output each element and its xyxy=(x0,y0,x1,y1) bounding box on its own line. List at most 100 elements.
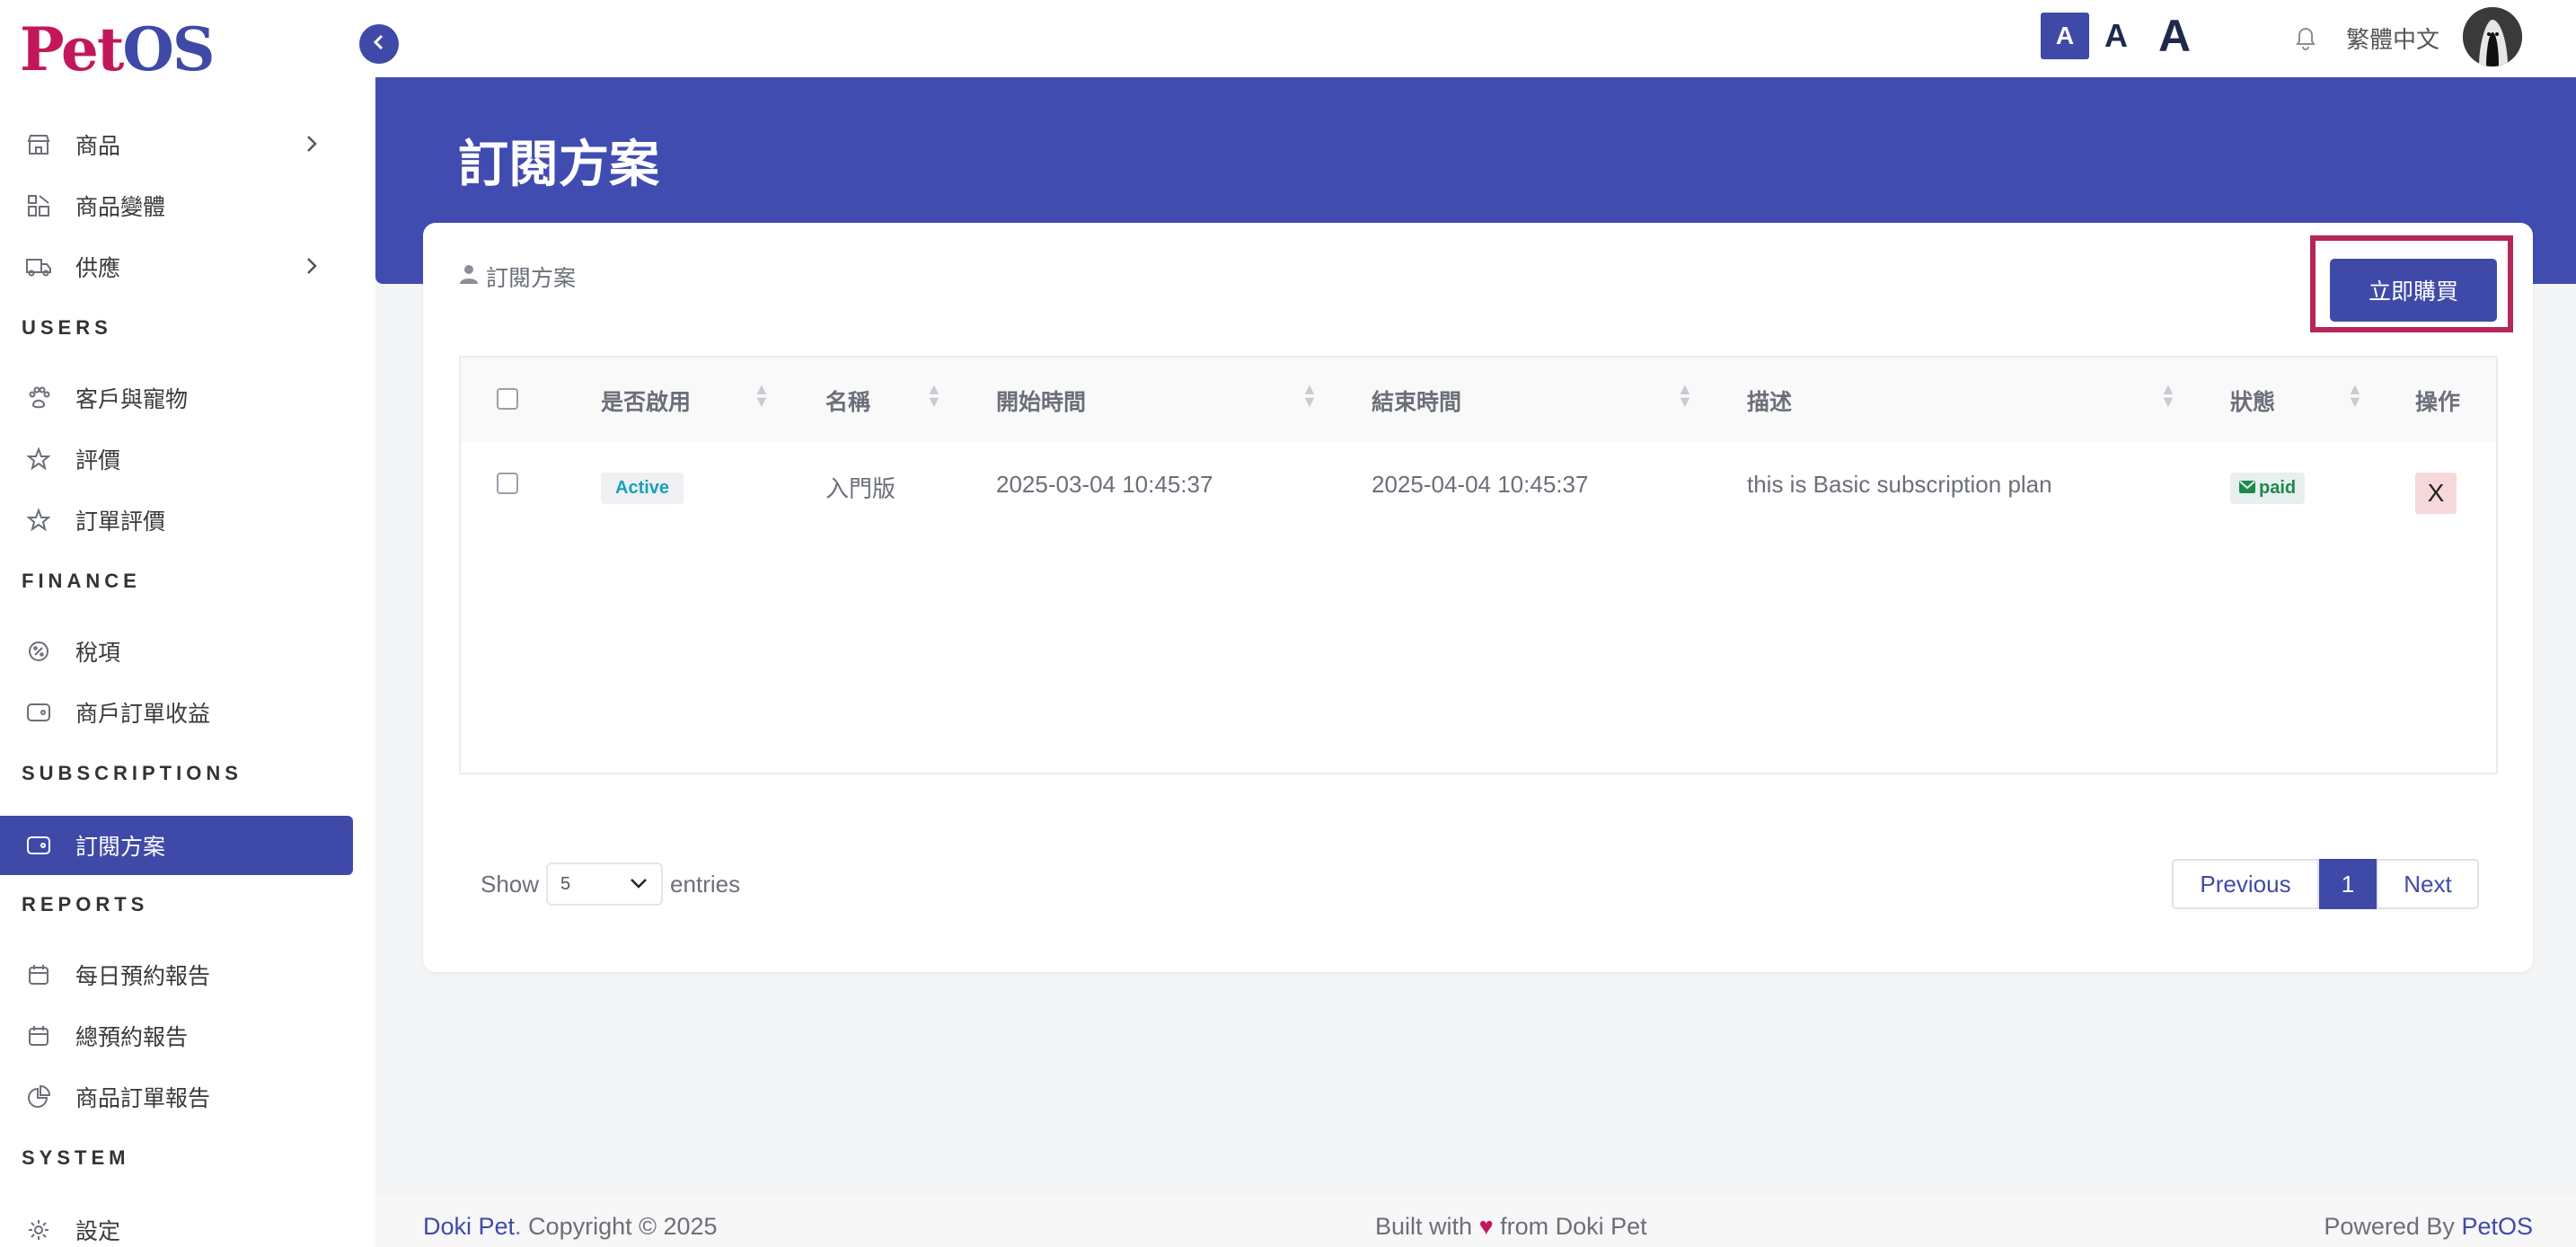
sidebar-item-label: 訂閱方案 xyxy=(75,835,166,860)
calendar-icon xyxy=(25,961,52,988)
font-size-small-button[interactable]: A xyxy=(2041,13,2089,59)
font-size-medium-button[interactable]: A xyxy=(2089,13,2143,59)
status-badge-active[interactable]: Active xyxy=(601,473,684,504)
chevron-right-icon xyxy=(304,132,319,162)
select-all-checkbox[interactable] xyxy=(497,388,518,410)
footer-built-with: Built with ♥ from Doki Pet xyxy=(1375,1213,1647,1241)
section-system: SYSTEM xyxy=(22,1146,130,1169)
sidebar-item-label: 設定 xyxy=(75,1219,121,1244)
cell-description: this is Basic subscription plan xyxy=(1747,471,2052,498)
wallet-icon xyxy=(25,699,52,726)
status-badge-paid: paid xyxy=(2230,473,2306,504)
truck-icon xyxy=(25,253,52,280)
paw-icon xyxy=(25,385,52,411)
font-size-large-button[interactable]: A xyxy=(2143,11,2206,61)
column-header-description[interactable]: 描述 xyxy=(1747,385,1792,417)
column-header-status[interactable]: 狀態 xyxy=(2230,385,2275,417)
sidebar-item-variants[interactable]: 商品變體 xyxy=(0,176,353,235)
bell-icon[interactable] xyxy=(2294,23,2317,55)
copyright-text: . Copyright © 2025 xyxy=(515,1213,718,1240)
column-header-start-time[interactable]: 開始時間 xyxy=(996,385,1086,417)
column-header-enabled[interactable]: 是否啟用 xyxy=(601,385,691,417)
powered-by-text: Powered By xyxy=(2324,1213,2455,1240)
calendar-icon xyxy=(25,1022,52,1049)
chevron-left-icon xyxy=(370,33,388,56)
cell-end-time: 2025-04-04 10:45:37 xyxy=(1372,471,1589,498)
page-size-control: Show 5 entries xyxy=(481,862,740,906)
breadcrumb-label: 訂閱方案 xyxy=(486,266,577,291)
sidebar-collapse-button[interactable] xyxy=(359,24,399,64)
footer-copyright: Doki Pet. Copyright © 2025 xyxy=(423,1213,718,1241)
sort-icon[interactable]: ▲ ▼ xyxy=(2160,381,2176,410)
sort-icon[interactable]: ▲ ▼ xyxy=(754,381,770,410)
sort-icon[interactable]: ▲ ▼ xyxy=(926,381,942,410)
buy-now-button[interactable]: 立即購買 xyxy=(2330,259,2497,322)
sidebar-item-daily-booking-report[interactable]: 每日預約報告 xyxy=(0,945,353,1004)
sidebar-item-tax[interactable]: 稅項 xyxy=(0,622,353,681)
show-label: Show xyxy=(481,870,540,898)
column-header-actions: 操作 xyxy=(2415,390,2461,415)
built-with-text: Built with xyxy=(1375,1213,1473,1240)
section-finance: FINANCE xyxy=(22,570,141,592)
cell-name: 入門版 xyxy=(825,475,896,502)
chevron-right-icon xyxy=(304,254,319,284)
footer-powered-by: Powered By PetOS xyxy=(2324,1213,2533,1241)
sidebar-item-label: 商品 xyxy=(75,134,121,159)
sort-icon[interactable]: ▲ ▼ xyxy=(2347,381,2363,410)
sidebar-item-label: 商品訂單報告 xyxy=(75,1086,211,1111)
sort-icon[interactable]: ▲ ▼ xyxy=(1677,381,1693,410)
chevron-down-icon xyxy=(629,874,648,895)
star-icon xyxy=(25,446,52,473)
sidebar-item-label: 商品變體 xyxy=(75,195,166,220)
section-subscriptions: SUBSCRIPTIONS xyxy=(22,762,243,784)
sidebar-item-label: 訂單評價 xyxy=(75,509,166,535)
language-selector[interactable]: 繁體中文 xyxy=(2346,22,2439,55)
row-checkbox[interactable] xyxy=(497,473,518,494)
sidebar-item-label: 總預約報告 xyxy=(75,1025,189,1050)
tax-icon xyxy=(25,638,52,665)
subscription-table: 是否啟用 ▲ ▼ 名稱 ▲ ▼ 開始時間 ▲ ▼ 結束時間 ▲ ▼ 描述 ▲ ▼ 狀態 ▲… xyxy=(459,356,2498,774)
logo[interactable]: PetOS xyxy=(20,14,216,84)
page-size-select[interactable]: 5 xyxy=(546,862,664,906)
topbar: A A A 繁體中文 xyxy=(359,0,2576,77)
page-title: 訂閱方案 xyxy=(458,136,659,192)
previous-page-button[interactable]: Previous xyxy=(2172,859,2319,909)
page-button-current[interactable]: 1 xyxy=(2319,859,2377,909)
star-icon xyxy=(25,507,52,534)
sidebar-item-products[interactable]: 商品 xyxy=(0,115,353,174)
cell-start-time: 2025-03-04 10:45:37 xyxy=(996,471,1213,498)
sidebar-item-label: 稅項 xyxy=(75,641,121,666)
sidebar-item-order-reviews[interactable]: 訂單評價 xyxy=(0,491,353,550)
wallet-icon xyxy=(25,832,52,859)
sort-icon[interactable]: ▲ ▼ xyxy=(1301,381,1318,410)
sidebar-item-label: 評價 xyxy=(75,448,121,473)
delete-button[interactable]: X xyxy=(2415,473,2457,514)
powered-by-link[interactable]: PetOS xyxy=(2461,1213,2533,1240)
next-page-button[interactable]: Next xyxy=(2377,859,2479,909)
sidebar-item-total-booking-report[interactable]: 總預約報告 xyxy=(0,1006,353,1066)
sidebar-item-label: 每日預約報告 xyxy=(75,964,211,989)
subscription-card: 訂閱方案 立即購買 是否啟用 ▲ ▼ 名稱 ▲ ▼ 開始時間 ▲ ▼ 結束時間 ▲ ▼ … xyxy=(423,223,2533,972)
sidebar-item-customers-pets[interactable]: 客戶與寵物 xyxy=(0,368,353,428)
built-from-text: from Doki Pet xyxy=(1500,1213,1647,1240)
table-row: Active 入門版 2025-03-04 10:45:37 2025-04-0… xyxy=(461,442,2496,530)
sidebar-item-label: 供應 xyxy=(75,256,121,281)
sidebar-item-supply[interactable]: 供應 xyxy=(0,237,353,296)
section-reports: REPORTS xyxy=(22,893,149,915)
pie-chart-icon xyxy=(25,1083,52,1110)
sidebar-item-settings[interactable]: 設定 xyxy=(0,1200,353,1247)
footer: Doki Pet. Copyright © 2025 Built with ♥ … xyxy=(375,1195,2576,1247)
footer-brand-link[interactable]: Doki Pet xyxy=(423,1213,515,1240)
variants-icon xyxy=(25,192,52,219)
avatar[interactable] xyxy=(2463,7,2522,66)
column-header-name[interactable]: 名稱 xyxy=(825,385,870,417)
sidebar-item-reviews[interactable]: 評價 xyxy=(0,429,353,489)
sidebar-item-subscription-plans[interactable]: 訂閱方案 xyxy=(0,816,353,875)
gear-icon xyxy=(25,1216,52,1243)
column-header-end-time[interactable]: 結束時間 xyxy=(1372,385,1461,417)
entries-label: entries xyxy=(670,870,741,898)
sidebar-item-merchant-order-revenue[interactable]: 商戶訂單收益 xyxy=(0,683,353,742)
heart-icon: ♥ xyxy=(1478,1213,1494,1240)
sidebar-item-product-order-report[interactable]: 商品訂單報告 xyxy=(0,1067,353,1127)
page-size-value: 5 xyxy=(560,873,571,894)
